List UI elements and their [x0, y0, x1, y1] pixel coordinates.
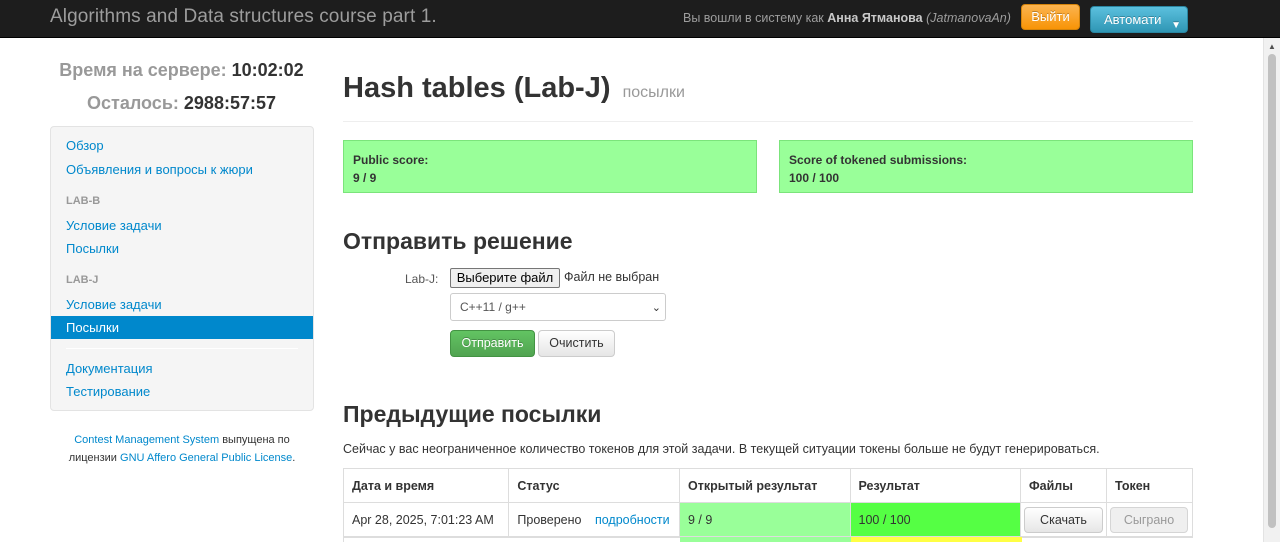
col-status: Статус: [508, 468, 680, 503]
gnu-license-link[interactable]: GNU Affero General Public License: [120, 452, 292, 464]
file-status: Файл не выбран: [564, 270, 660, 284]
cell-result-partial: [851, 537, 1022, 542]
choose-file-button[interactable]: Выберите файл: [450, 268, 560, 288]
license-text-end: .: [292, 452, 296, 464]
sidebar-item-lab-b-submissions[interactable]: Посылки: [66, 241, 119, 256]
previous-submissions-heading: Предыдущие посылки: [343, 401, 602, 427]
chevron-down-icon: ▼: [1171, 20, 1181, 31]
sidebar-item-lab-j-submissions[interactable]: Посылки: [51, 316, 313, 339]
public-score-box: Public score: 9 / 9: [343, 140, 757, 193]
sidebar-item-testing[interactable]: Тестирование: [66, 384, 150, 399]
remaining-value: 2988:57:57: [183, 93, 276, 113]
public-score-value: 9 / 9: [353, 171, 377, 185]
auto-translate-dropdown[interactable]: Автомати ▼: [1090, 6, 1188, 33]
clear-button[interactable]: Очистить: [538, 330, 615, 357]
cell-public-result-partial: [680, 537, 851, 542]
col-token: Токен: [1105, 468, 1194, 503]
col-result: Результат: [849, 468, 1021, 503]
status-text: Проверено: [517, 512, 582, 527]
sidebar-nav: Обзор Объявления и вопросы к жюри LAB-B …: [50, 126, 314, 411]
cms-link[interactable]: Contest Management System: [74, 434, 219, 446]
tokened-score-value: 100 / 100: [789, 171, 840, 185]
auto-dropdown-label: Автомати: [1104, 12, 1162, 27]
user-login: (JatmanovaAn): [926, 11, 1011, 25]
remaining-time: Осталось: 2988:57:57: [50, 93, 313, 114]
language-select[interactable]: C++11 / g++ ⌄: [450, 293, 666, 321]
file-field-label: Lab-J:: [405, 272, 439, 286]
sidebar-item-lab-b-statement[interactable]: Условие задачи: [66, 218, 162, 233]
tokens-note: Сейчас у вас неограниченное количество т…: [343, 442, 1100, 456]
sidebar-header-lab-b: LAB-B: [66, 195, 101, 207]
sidebar-divider: [66, 348, 298, 349]
page-scrollbar[interactable]: ▲: [1263, 38, 1280, 542]
chevron-down-icon: ⌄: [651, 302, 661, 314]
task-title: Hash tables (Lab-J): [343, 72, 611, 104]
sidebar-item-documentation[interactable]: Документация: [66, 361, 153, 376]
language-selected: C++11 / g++: [460, 300, 526, 314]
col-date: Дата и время: [342, 468, 510, 503]
details-link[interactable]: подробности: [595, 513, 670, 527]
brand-title[interactable]: Algorithms and Data structures course pa…: [50, 6, 437, 28]
sidebar-item-lab-j-statement[interactable]: Условие задачи: [66, 297, 162, 312]
submit-heading: Отправить решение: [343, 228, 573, 254]
download-button[interactable]: Скачать: [1023, 506, 1103, 533]
table-row: Apr 28, 2025, 7:01:23 AM Проверено подро…: [342, 502, 1194, 537]
send-button[interactable]: Отправить: [450, 330, 535, 357]
logout-button[interactable]: Выйти: [1021, 4, 1080, 30]
server-time: Время на сервере: 10:02:02: [50, 60, 313, 81]
sidebar-item-overview[interactable]: Обзор: [66, 138, 104, 153]
server-time-label: Время на сервере:: [59, 60, 227, 80]
col-public-result: Открытый результат: [679, 468, 851, 503]
page-title: Hash tables (Lab-J) посылки: [343, 72, 685, 105]
cell-date: Apr 28, 2025, 7:01:23 AM: [342, 502, 510, 537]
public-score-label: Public score:: [353, 153, 429, 167]
tokened-score-box: Score of tokened submissions: 100 / 100: [779, 140, 1193, 193]
title-divider: [343, 121, 1193, 122]
top-navbar: Algorithms and Data structures course pa…: [0, 0, 1280, 38]
col-files: Файлы: [1019, 468, 1107, 503]
scrollbar-thumb[interactable]: [1268, 54, 1276, 528]
server-time-value: 10:02:02: [231, 60, 304, 80]
cell-token: Сыграно: [1105, 502, 1194, 537]
login-prefix: Вы вошли в систему как: [683, 11, 824, 25]
token-played-button[interactable]: Сыграно: [1109, 506, 1188, 533]
license-footer: Contest Management System выпущена по ли…: [55, 431, 309, 467]
user-name: Анна Ятманова: [827, 11, 923, 25]
cell-public-result: 9 / 9: [679, 502, 851, 537]
cell-status: Проверено подробности: [508, 502, 680, 537]
scroll-up-arrow-icon[interactable]: ▲: [1268, 42, 1276, 51]
sidebar-item-announcements[interactable]: Объявления и вопросы к жюри: [66, 162, 253, 177]
page-subtitle: посылки: [622, 84, 685, 101]
login-info: Вы вошли в систему как Анна Ятманова (Ja…: [683, 11, 1011, 25]
cell-result: 100 / 100: [849, 502, 1021, 537]
remaining-label: Осталось:: [87, 93, 179, 113]
cell-files: Скачать: [1019, 502, 1107, 537]
table-header-row: Дата и время Статус Открытый результат Р…: [342, 468, 1194, 503]
sidebar-header-lab-j: LAB-J: [66, 274, 99, 286]
tokened-score-label: Score of tokened submissions:: [789, 153, 968, 167]
submissions-table: Дата и время Статус Открытый результат Р…: [342, 468, 1194, 537]
